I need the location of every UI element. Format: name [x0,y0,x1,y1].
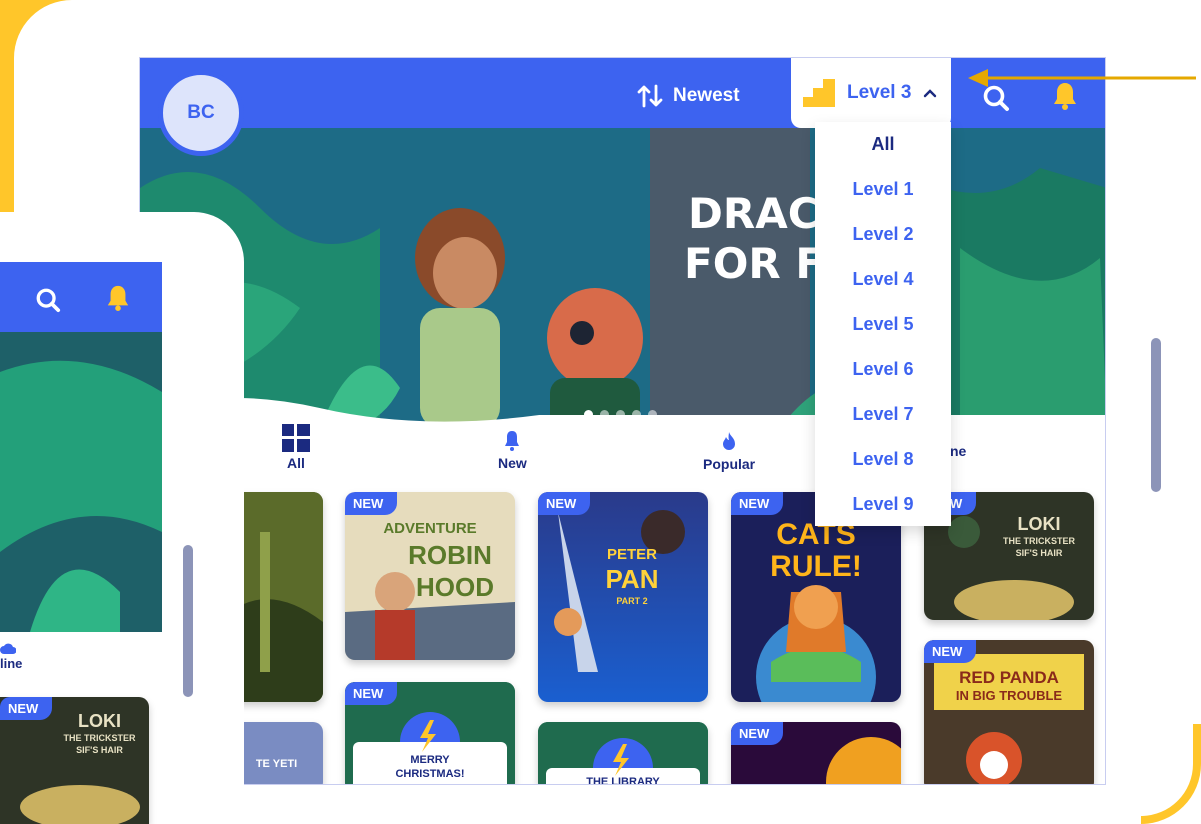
book-title: IN BIG TROUBLE [955,688,1063,703]
book-title: CHRISTMAS! [395,768,465,780]
level-menu: All Level 1 Level 2 Level 4 Level 5 Leve… [815,122,951,526]
phone-top-bar [0,262,162,332]
carousel-dot[interactable] [648,410,657,419]
tab-offline[interactable]: ne [950,443,966,459]
level-option-all[interactable]: All [815,122,951,167]
book-card[interactable]: NEW [731,722,901,784]
carousel-dot[interactable] [584,410,593,419]
book-title: THE TRICKSTER [63,733,136,743]
tab-popular-label: Popular [703,456,756,472]
phone-hero-illustration [0,332,162,632]
new-badge: NEW [924,640,977,663]
avatar[interactable]: BC [158,70,244,156]
book-card[interactable]: THE LIBRARY [538,722,708,785]
level-option-1[interactable]: Level 1 [815,167,951,212]
book-title: PETER [606,546,657,563]
tab-popular[interactable]: Popular [703,431,755,472]
new-badge: NEW [345,492,398,515]
phone-frame: line NEW LOKI THE TRICKSTER SIF'S HAIR [0,212,244,824]
sort-button[interactable]: Newest [637,84,740,108]
tab-all[interactable]: All [282,424,310,471]
tab-offline-label: ne [950,443,967,459]
book-title: THE LIBRARY [586,776,660,785]
chevron-up-icon [924,89,937,98]
carousel-dot[interactable] [616,410,625,419]
bell-icon[interactable] [105,283,131,313]
hero-banner[interactable]: DRAC FOR F [140,128,1105,428]
book-card[interactable]: NEW MERRY CHRISTMAS! [345,682,515,784]
book-title: HOOD [416,572,494,602]
top-bar [140,58,1105,128]
level-dropdown[interactable]: Level 3 [791,58,951,128]
sort-arrows-icon [637,84,663,108]
carousel-dot[interactable] [632,410,641,419]
book-title: LOKI [78,711,121,731]
new-badge: NEW [0,697,53,720]
phone-tab-offline[interactable]: line [0,642,22,671]
phone-scrollbar[interactable] [183,545,193,697]
sort-label: Newest [673,85,740,106]
book-title: SIF'S HAIR [76,745,123,755]
level-option-7[interactable]: Level 7 [815,392,951,437]
book-title: ADVENTURE [383,520,477,537]
fire-icon [723,432,736,450]
book-card[interactable]: NEW PETER PAN PART 2 [538,492,708,702]
book-card[interactable]: NEW ADVENTURE ROBIN HOOD [345,492,515,660]
book-title: THE TRICKSTER [1003,536,1075,546]
hero-illustration: DRAC FOR F [140,128,1105,428]
hero-wave [140,398,1105,428]
callout-arrow [968,69,1196,87]
book-title: PAN [605,564,659,594]
search-icon[interactable] [35,287,61,313]
svg-text:DRAC: DRAC [688,189,819,238]
tab-new[interactable]: New [498,430,527,471]
level-option-2[interactable]: Level 2 [815,212,951,257]
new-badge: NEW [345,682,398,705]
phone-book-card[interactable]: NEW LOKI THE TRICKSTER SIF'S HAIR [0,697,149,824]
level-option-4[interactable]: Level 4 [815,257,951,302]
app-screen: BC Newest Level 3 All Level 1 Level 2 Le… [139,57,1106,785]
new-badge: NEW [731,722,784,745]
tablet-frame-edge [1141,724,1201,824]
svg-text:FOR F: FOR F [684,239,824,288]
phone-tab-offline-label: line [0,656,23,671]
level-option-9[interactable]: Level 9 [815,482,951,527]
book-title: RULE! [770,550,862,583]
bell-icon [505,431,520,451]
book-title: PART 2 [616,596,648,606]
book-title: ROBIN [408,540,492,570]
new-badge: NEW [538,492,591,515]
cloud-icon [0,643,16,654]
book-title: MERRY [410,754,450,766]
level-steps-icon [803,79,835,107]
new-badge: NEW [731,492,784,515]
book-card[interactable]: NEW RED PANDA IN BIG TROUBLE [924,640,1094,784]
level-option-5[interactable]: Level 5 [815,302,951,347]
phone-screen: line NEW LOKI THE TRICKSTER SIF'S HAIR [0,262,162,824]
tab-new-label: New [498,455,527,471]
carousel-dot[interactable] [600,410,609,419]
book-title: LOKI [1017,514,1061,534]
book-title: SIF'S HAIR [1015,548,1063,558]
grid-icon [282,424,310,452]
phone-hero-banner[interactable] [0,332,162,632]
book-title: RED PANDA [959,668,1059,687]
tab-all-label: All [287,455,305,471]
level-selected-label: Level 3 [847,82,912,103]
tablet-scrollbar[interactable] [1151,338,1161,492]
carousel-dots [584,410,657,419]
level-option-8[interactable]: Level 8 [815,437,951,482]
level-option-6[interactable]: Level 6 [815,347,951,392]
